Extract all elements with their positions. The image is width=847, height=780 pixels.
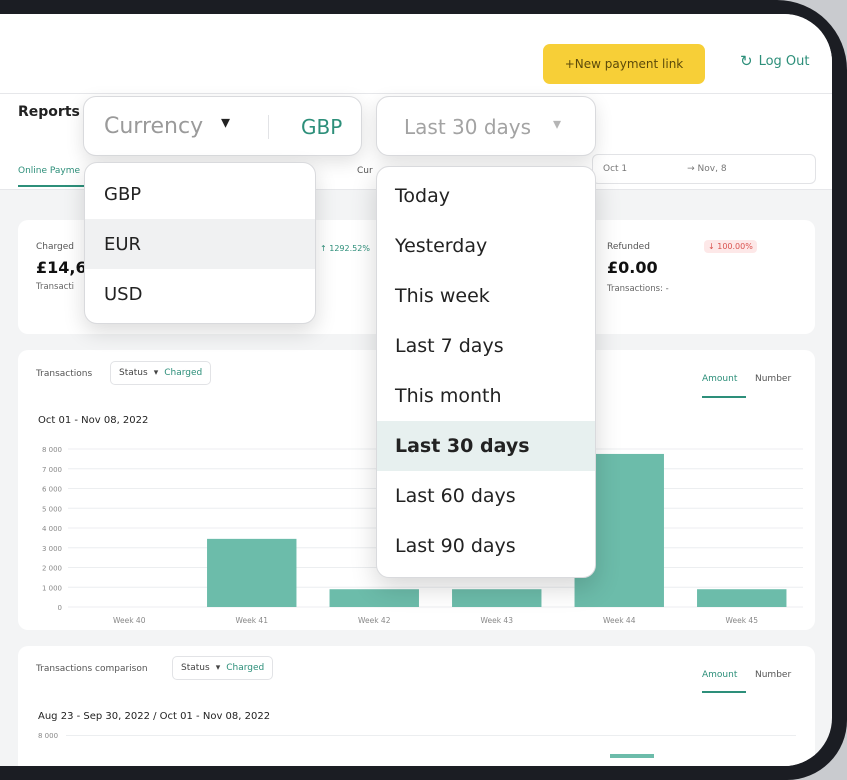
comparison-bar — [610, 754, 654, 758]
period-option-today[interactable]: Today — [377, 171, 595, 221]
period-option-last-60-days[interactable]: Last 60 days — [377, 471, 595, 521]
currency-option-gbp[interactable]: GBP — [85, 169, 315, 219]
charged-change-badge: ↑ 1292.52% — [320, 244, 370, 253]
toggle-amount-underline — [702, 396, 746, 398]
logout-label: Log Out — [758, 53, 810, 69]
y-tick-label: 8 000 — [42, 446, 62, 454]
comparison-first-tick: 8 000 — [38, 732, 59, 740]
bar[interactable] — [207, 538, 297, 607]
comparison-status-value: Charged — [226, 663, 265, 673]
logout-icon: ↻ — [740, 52, 753, 70]
comparison-toggle-number[interactable]: Number — [755, 670, 791, 680]
period-option-yesterday[interactable]: Yesterday — [377, 221, 595, 271]
y-tick-label: 1 000 — [42, 584, 62, 592]
charged-transactions: Transacti — [36, 282, 75, 292]
toggle-amount[interactable]: Amount — [702, 374, 737, 384]
period-option-this-month[interactable]: This month — [377, 371, 595, 421]
x-tick-label: Week 45 — [726, 616, 759, 625]
chevron-down-icon: ▾ — [215, 663, 221, 673]
status-chip[interactable]: Status ▾ Charged — [110, 361, 212, 385]
tab-online-payments[interactable]: Online Payme — [18, 166, 80, 176]
new-payment-link-button[interactable]: +New payment link — [543, 44, 705, 84]
currency-filter-label[interactable]: Cur — [357, 166, 373, 176]
period-option-last-7-days[interactable]: Last 7 days — [377, 321, 595, 371]
period-option-last-90-days[interactable]: Last 90 days — [377, 521, 595, 571]
y-tick-label: 0 — [58, 604, 62, 612]
refunded-transactions: Transactions: - — [607, 284, 669, 294]
chevron-down-icon: ▾ — [221, 112, 231, 133]
x-tick-label: Week 43 — [481, 616, 514, 625]
status-chip-value: Charged — [164, 368, 203, 378]
x-tick-label: Week 40 — [113, 616, 146, 625]
chevron-down-icon: ▾ — [553, 114, 562, 133]
top-bar: +New payment link ↻ Log Out — [0, 14, 832, 94]
x-tick-label: Week 42 — [358, 616, 391, 625]
comparison-toggle-underline — [702, 691, 746, 693]
chart-date-range: Oct 01 - Nov 08, 2022 — [38, 415, 149, 426]
bar[interactable] — [452, 589, 542, 607]
currency-select-label: Currency — [104, 114, 204, 139]
y-tick-label: 6 000 — [42, 486, 62, 494]
bar[interactable] — [697, 589, 787, 607]
refunded-change-badge: ↓ 100.00% — [704, 240, 757, 253]
period-select[interactable]: Last 30 days ▾ — [376, 96, 596, 156]
tab-active-underline — [18, 185, 88, 187]
comparison-status-chip[interactable]: Status ▾ Charged — [172, 656, 274, 680]
y-tick-label: 7 000 — [42, 466, 62, 474]
y-tick-label: 4 000 — [42, 525, 62, 533]
y-tick-label: 5 000 — [42, 505, 62, 513]
period-option-this-week[interactable]: This week — [377, 271, 595, 321]
comparison-status-label: Status — [181, 663, 210, 673]
date-to: → Nov, 8 — [687, 164, 727, 174]
status-chip-label: Status — [119, 368, 148, 378]
comparison-date-range: Aug 23 - Sep 30, 2022 / Oct 01 - Nov 08,… — [38, 711, 271, 722]
x-tick-label: Week 41 — [236, 616, 269, 625]
currency-select-value: GBP — [301, 115, 343, 139]
page-title: Reports — [18, 104, 80, 120]
transactions-heading: Transactions — [36, 369, 93, 379]
x-tick-label: Week 44 — [603, 616, 636, 625]
charged-label: Charged — [36, 242, 75, 252]
period-select-label: Last 30 days — [404, 115, 532, 139]
chevron-down-icon: ▾ — [153, 368, 159, 378]
y-tick-label: 2 000 — [42, 565, 62, 573]
logout-button[interactable]: ↻ Log Out — [740, 52, 810, 70]
period-option-last-30-days[interactable]: Last 30 days — [377, 421, 595, 471]
comparison-gridline — [66, 735, 796, 736]
refunded-value: £0.00 — [607, 258, 658, 277]
currency-option-eur[interactable]: EUR — [85, 219, 315, 269]
y-tick-label: 3 000 — [42, 545, 62, 553]
comparison-heading: Transactions comparison — [36, 664, 148, 674]
period-dropdown-menu: Today Yesterday This week Last 7 days Th… — [376, 166, 596, 578]
date-range-picker[interactable]: Oct 1 → Nov, 8 — [592, 154, 816, 184]
currency-option-usd[interactable]: USD — [85, 269, 315, 319]
date-from: Oct 1 — [603, 164, 628, 174]
toggle-number[interactable]: Number — [755, 374, 791, 384]
comparison-toggle-amount[interactable]: Amount — [702, 670, 737, 680]
bar[interactable] — [329, 589, 419, 607]
currency-select[interactable]: Currency ▾ GBP — [83, 96, 362, 156]
currency-select-divider — [268, 115, 269, 139]
currency-dropdown-menu: GBP EUR USD — [84, 162, 316, 324]
refunded-label: Refunded — [607, 242, 650, 252]
